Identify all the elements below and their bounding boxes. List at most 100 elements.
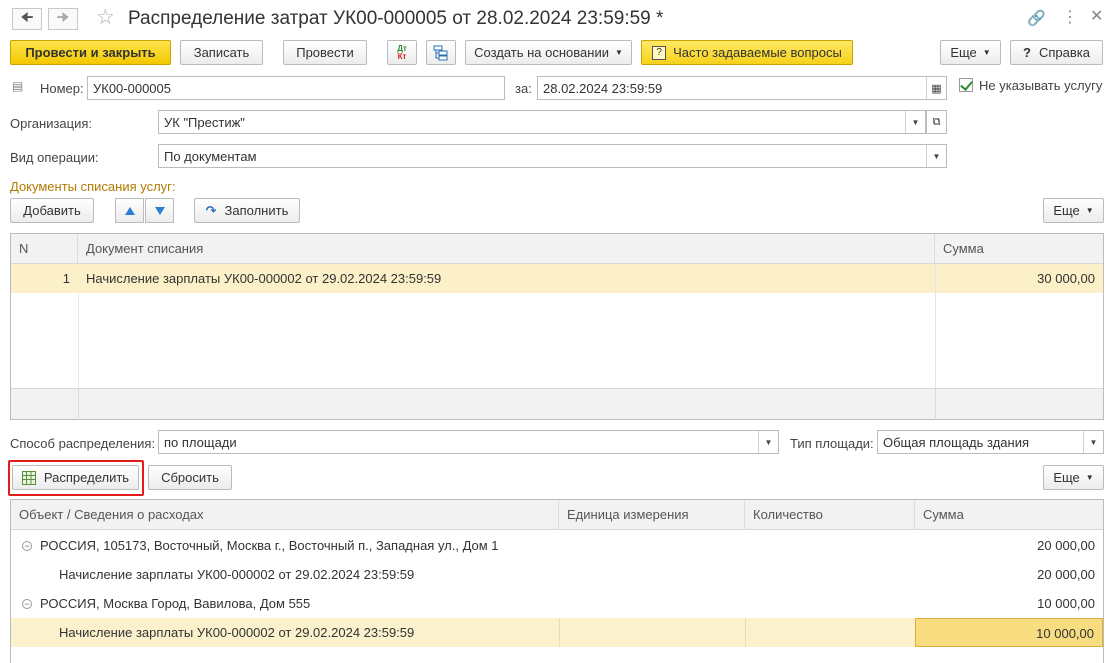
question-icon: ? [652,45,667,60]
row-sum: 20 000,00 [1037,538,1095,553]
table-row[interactable]: 1 Начисление зарплаты УК00-000002 от 29.… [11,264,1103,293]
column-header-document[interactable]: Документ списания [78,234,935,264]
column-divider [78,293,79,388]
kt-label: Кт [397,51,407,61]
structure-button[interactable] [426,40,456,65]
chevron-down-icon[interactable]: ▼ [1083,431,1103,453]
footer-divider [935,389,936,420]
area-type-label: Тип площади: [790,436,874,451]
hierarchy-icon [433,45,448,60]
column-header-quantity[interactable]: Количество [745,500,915,530]
column-header-n[interactable]: N [11,234,78,264]
save-button[interactable]: Записать [180,40,263,65]
row-object: РОССИЯ, Москва Город, Вавилова, Дом 555 [40,596,311,611]
more-label: Еще [950,45,977,60]
move-up-button[interactable] [115,198,144,223]
area-type-field[interactable]: Общая площадь здания ▼ [877,430,1104,454]
no-service-checkbox[interactable] [959,78,973,92]
title-bar: 🠈 🠊 ☆ Распределение затрат УК00-000005 о… [0,0,1119,36]
more-button[interactable]: Еще ▼ [940,40,1001,65]
chevron-down-icon[interactable]: ▼ [926,145,946,167]
chevron-down-icon: ▼ [1085,206,1094,215]
table-row[interactable]: − РОССИЯ, Москва Город, Вавилова, Дом 55… [11,589,1103,618]
arrow-down-icon [154,206,165,215]
reset-button[interactable]: Сбросить [148,465,232,490]
number-label: Номер: [40,81,84,96]
docs-more-button[interactable]: Еще ▼ [1043,198,1104,223]
chevron-down-icon[interactable]: ▼ [758,431,778,453]
column-header-unit[interactable]: Единица измерения [559,500,745,530]
row-divider [745,618,746,647]
collapse-icon[interactable]: − [22,541,32,551]
chevron-down-icon: ▼ [1085,473,1094,482]
create-based-on-button[interactable]: Создать на основании ▼ [465,40,632,65]
vertical-dots-icon[interactable]: ⋮ [1062,7,1078,27]
table-row[interactable]: Начисление зарплаты УК00-000002 от 29.02… [11,560,1103,589]
distribution-table: Объект / Сведения о расходах Единица изм… [10,499,1104,663]
list-icon[interactable]: ▤ [12,79,23,93]
row-sum-active-cell[interactable]: 10 000,00 [915,618,1103,647]
post-and-close-button[interactable]: Провести и закрыть [10,40,171,65]
row-object: Начисление зарплаты УК00-000002 от 29.02… [59,625,415,640]
operation-field[interactable]: По документам ▼ [158,144,947,168]
move-down-button[interactable] [145,198,174,223]
fill-label: Заполнить [224,203,289,218]
fill-button[interactable]: ↷ Заполнить [194,198,300,223]
date-value: 28.02.2024 23:59:59 [543,81,663,96]
distribute-label: Распределить [43,470,130,485]
date-field[interactable]: 28.02.2024 23:59:59 ▦ [537,76,947,100]
organization-value: УК "Престиж" [164,115,245,130]
number-field[interactable]: УК00-000005 [87,76,505,100]
docs-more-label: Еще [1053,203,1080,218]
distribution-method-value: по площади [164,435,237,450]
distribution-method-field[interactable]: по площади ▼ [158,430,779,454]
dt-kt-button[interactable]: Дт Кт [387,40,417,65]
column-header-sum[interactable]: Сумма [935,234,1103,264]
operation-value: По документам [164,149,257,164]
link-icon[interactable]: 🔗 [1027,9,1046,27]
no-service-label: Не указывать услугу [979,78,1103,93]
column-divider [935,264,936,388]
help-label: Справка [1038,45,1090,60]
organization-label: Организация: [10,116,93,131]
star-icon[interactable]: ☆ [96,5,115,30]
operation-label: Вид операции: [10,150,99,165]
table-row[interactable]: Начисление зарплаты УК00-000002 от 29.02… [11,618,1103,647]
docs-table: N Документ списания Сумма 1 Начисление з… [10,233,1104,420]
arrow-right-icon: 🠊 [56,9,70,25]
table-row[interactable]: − РОССИЯ, 105173, Восточный, Москва г., … [11,531,1103,560]
row-number: 1 [62,271,70,286]
chevron-down-icon[interactable]: ▼ [905,111,925,133]
help-icon: ? [1023,45,1031,60]
calendar-icon[interactable]: ▦ [926,77,946,99]
area-type-value: Общая площадь здания [883,435,1030,450]
forward-button[interactable]: 🠊 [48,8,78,30]
distribution-more-label: Еще [1053,470,1080,485]
fill-icon: ↷ [205,202,217,218]
row-document: Начисление зарплаты УК00-000002 от 29.02… [86,271,442,286]
distribution-method-label: Способ распределения: [10,436,156,451]
create-based-on-label: Создать на основании [474,45,609,60]
open-organization-button[interactable]: ⧉ [926,110,947,134]
back-button[interactable]: 🠈 [12,8,42,30]
faq-label: Часто задаваемые вопросы [673,45,842,60]
page-title: Распределение затрат УК00-000005 от 28.0… [128,8,664,29]
column-header-sum[interactable]: Сумма [915,500,1103,530]
post-button[interactable]: Провести [283,40,367,65]
footer-divider [78,389,79,420]
column-header-object[interactable]: Объект / Сведения о расходах [11,500,559,530]
chevron-down-icon: ▼ [614,48,623,57]
faq-button[interactable]: ? Часто задаваемые вопросы [641,40,853,65]
organization-field[interactable]: УК "Престиж" ▼ [158,110,926,134]
help-button[interactable]: ? Справка [1010,40,1103,65]
arrow-left-icon: 🠈 [20,9,34,25]
arrow-up-icon [124,206,135,215]
distribution-more-button[interactable]: Еще ▼ [1043,465,1104,490]
distribute-button[interactable]: Распределить [12,465,139,490]
collapse-icon[interactable]: − [22,599,32,609]
date-label: за: [515,81,532,96]
row-sum: 30 000,00 [1037,271,1095,286]
add-button[interactable]: Добавить [10,198,94,223]
row-object: Начисление зарплаты УК00-000002 от 29.02… [59,567,415,582]
close-icon[interactable]: ✕ [1090,6,1103,26]
